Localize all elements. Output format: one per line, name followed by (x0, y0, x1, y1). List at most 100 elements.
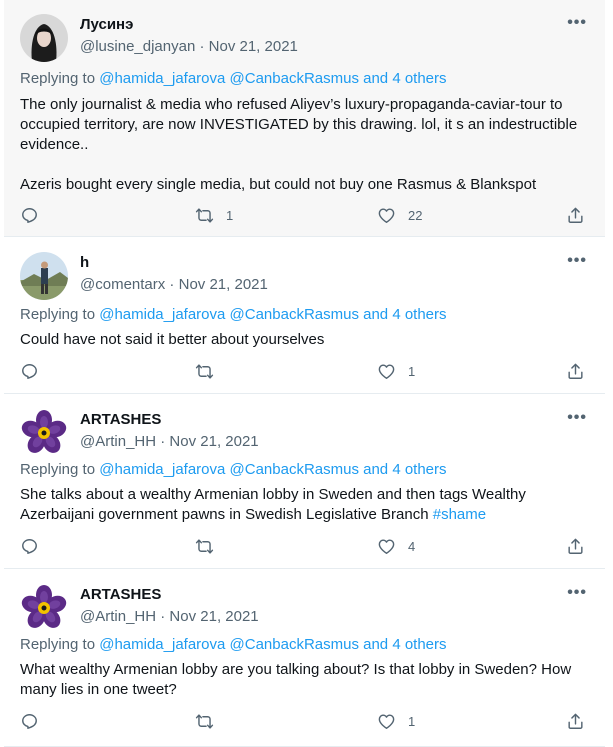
reply-icon (20, 712, 39, 731)
separator: · (156, 608, 170, 625)
forget-me-not-avatar (20, 409, 68, 457)
reply-button[interactable] (20, 362, 39, 381)
separator: · (195, 38, 209, 55)
reply-icon (20, 206, 39, 225)
retweet-button[interactable] (195, 362, 226, 381)
display-name[interactable]: Лусинэ (80, 16, 133, 33)
reply-icon (20, 537, 39, 556)
text-line-content: Azerbaijani government pawns in Swedish … (20, 506, 429, 523)
reply-button[interactable] (20, 712, 39, 731)
like-icon (377, 712, 396, 731)
replying-label: Replying to (20, 70, 96, 87)
tweet-text: Could have not said it better about your… (20, 330, 589, 350)
separator: · (156, 433, 170, 450)
more-icon[interactable]: ••• (567, 584, 587, 602)
replying-label: Replying to (20, 636, 96, 653)
replying-label: Replying to (20, 461, 96, 478)
replying-to: Replying to @hamida_jafarova @CanbackRas… (20, 70, 447, 87)
replying-to: Replying to @hamida_jafarova @CanbackRas… (20, 306, 447, 323)
text-line: The only journalist & media who refused … (20, 96, 563, 113)
reply-button[interactable] (20, 206, 39, 225)
like-count: 1 (408, 364, 416, 379)
handle-and-date: @Artin_HH · Nov 21, 2021 (80, 608, 259, 625)
like-count: 22 (408, 208, 423, 223)
replying-links[interactable]: @hamida_jafarova @CanbackRasmus and 4 ot… (99, 461, 446, 478)
retweet-button[interactable] (195, 537, 226, 556)
handle-and-date: @lusine_djanyan · Nov 21, 2021 (80, 38, 298, 55)
share-icon (566, 712, 585, 731)
replying-links[interactable]: @hamida_jafarova @CanbackRasmus and 4 ot… (99, 306, 446, 323)
timestamp[interactable]: Nov 21, 2021 (169, 608, 258, 625)
retweet-icon (195, 362, 214, 381)
more-icon[interactable]: ••• (567, 14, 587, 32)
text-line: occupied territory, are now INVESTIGATED… (20, 116, 578, 133)
handle-and-date: @comentarx · Nov 21, 2021 (80, 276, 268, 293)
tweet-text: What wealthy Armenian lobby are you talk… (20, 660, 589, 700)
share-button[interactable] (566, 537, 585, 556)
replying-to: Replying to @hamida_jafarova @CanbackRas… (20, 461, 447, 478)
text-line: She talks about a wealthy Armenian lobby… (20, 486, 526, 503)
like-icon (377, 537, 396, 556)
replying-to: Replying to @hamida_jafarova @CanbackRas… (20, 636, 447, 653)
display-name[interactable]: ARTASHES (80, 586, 161, 603)
retweet-count: 1 (226, 208, 234, 223)
handle[interactable]: @comentarx (80, 276, 165, 293)
reply-button[interactable] (20, 537, 39, 556)
share-icon (566, 206, 585, 225)
like-count: 4 (408, 539, 416, 554)
share-button[interactable] (566, 712, 585, 731)
handle[interactable]: @lusine_djanyan (80, 38, 195, 55)
replying-links[interactable]: @hamida_jafarova @CanbackRasmus and 4 ot… (99, 70, 446, 87)
display-name[interactable]: h (80, 254, 89, 271)
text-line: Azerbaijani government pawns in Swedish … (20, 505, 589, 525)
tweet-text: She talks about a wealthy Armenian lobby… (20, 485, 589, 525)
tweet[interactable]: Лусинэ @lusine_djanyan · Nov 21, 2021 ••… (4, 0, 605, 237)
like-count: 1 (408, 714, 416, 729)
text-line: Azeris bought every single media, but co… (20, 176, 537, 193)
avatar[interactable] (20, 584, 68, 632)
tweet-thread: Лусинэ @lusine_djanyan · Nov 21, 2021 ••… (0, 0, 613, 747)
action-bar: 4 (4, 537, 605, 559)
retweet-icon (195, 712, 214, 731)
retweet-icon (195, 206, 214, 225)
display-name[interactable]: ARTASHES (80, 411, 161, 428)
timestamp[interactable]: Nov 21, 2021 (179, 276, 268, 293)
text-line: What wealthy Armenian lobby are you talk… (20, 661, 572, 678)
landscape-avatar-image (20, 252, 68, 300)
text-line: many lies in one tweet? (20, 681, 177, 698)
text-line: Could have not said it better about your… (20, 331, 325, 348)
timestamp[interactable]: Nov 21, 2021 (209, 38, 298, 55)
action-bar: 1 (4, 362, 605, 384)
share-icon (566, 537, 585, 556)
action-bar: 1 (4, 712, 605, 734)
avatar[interactable] (20, 252, 68, 300)
share-button[interactable] (566, 362, 585, 381)
handle[interactable]: @Artin_HH (80, 433, 156, 450)
handle-and-date: @Artin_HH · Nov 21, 2021 (80, 433, 259, 450)
avatar[interactable] (20, 409, 68, 457)
like-button[interactable]: 1 (377, 362, 415, 381)
like-button[interactable]: 4 (377, 537, 415, 556)
reply-icon (20, 362, 39, 381)
forget-me-not-avatar (20, 584, 68, 632)
more-icon[interactable]: ••• (567, 409, 587, 427)
timestamp[interactable]: Nov 21, 2021 (169, 433, 258, 450)
like-button[interactable]: 1 (377, 712, 415, 731)
separator: · (165, 276, 179, 293)
avatar[interactable] (20, 14, 68, 62)
tweet[interactable]: h @comentarx · Nov 21, 2021 ••• Replying… (4, 238, 605, 394)
like-icon (377, 362, 396, 381)
more-icon[interactable]: ••• (567, 252, 587, 270)
like-button[interactable]: 22 (377, 206, 422, 225)
hashtag-link[interactable]: #shame (433, 506, 486, 523)
retweet-button[interactable] (195, 712, 226, 731)
share-button[interactable] (566, 206, 585, 225)
retweet-icon (195, 537, 214, 556)
handle[interactable]: @Artin_HH (80, 608, 156, 625)
share-icon (566, 362, 585, 381)
portrait-avatar-image (20, 14, 68, 62)
tweet[interactable]: ARTASHES @Artin_HH · Nov 21, 2021 ••• Re… (4, 570, 605, 747)
retweet-button[interactable]: 1 (195, 206, 233, 225)
replying-links[interactable]: @hamida_jafarova @CanbackRasmus and 4 ot… (99, 636, 446, 653)
tweet[interactable]: ARTASHES @Artin_HH · Nov 21, 2021 ••• Re… (4, 395, 605, 569)
